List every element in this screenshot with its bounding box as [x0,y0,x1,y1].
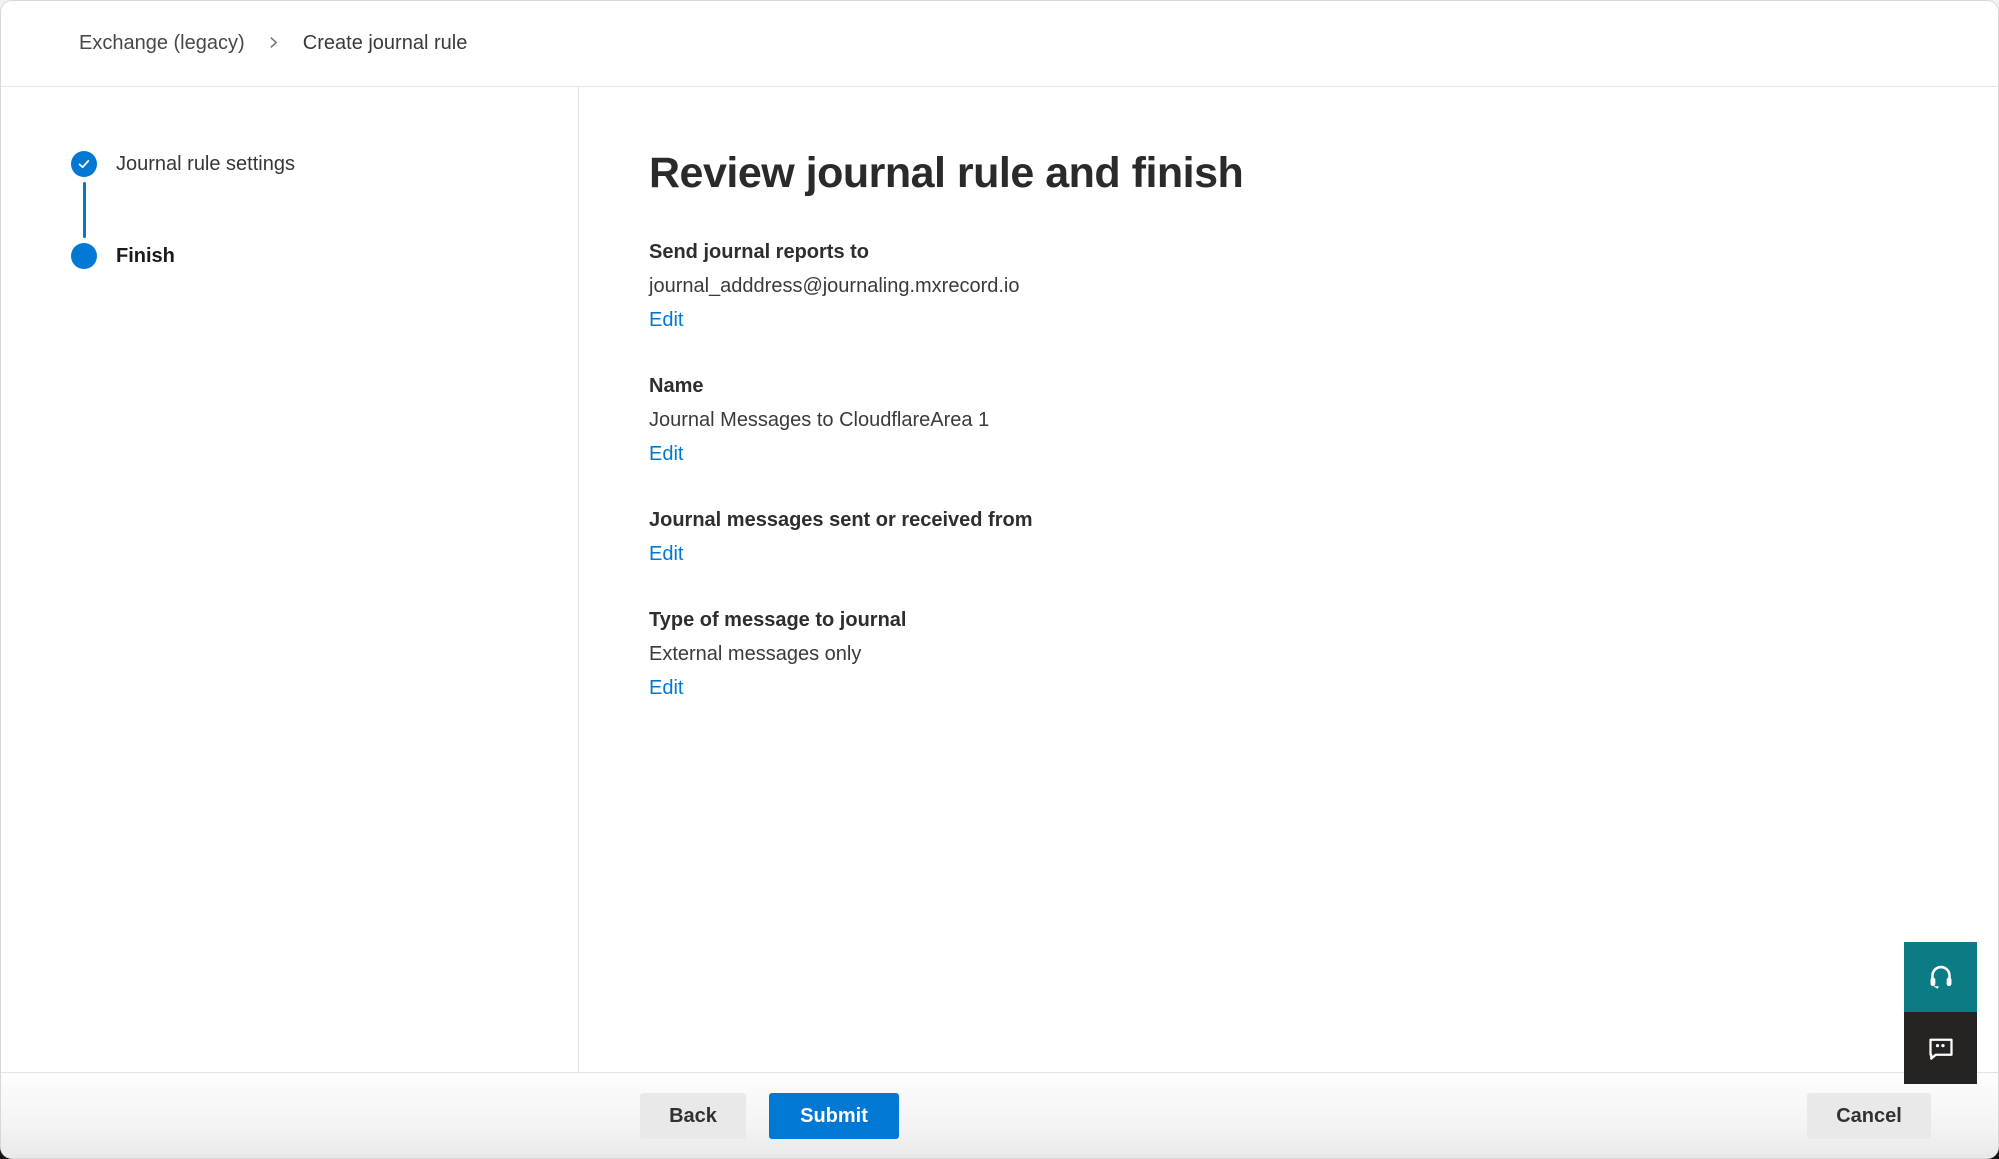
message-type-value: External messages only [649,637,1958,671]
section-type-of-message: Type of message to journal External mess… [649,603,1958,705]
back-button[interactable]: Back [640,1093,746,1139]
filled-dot-icon [71,243,97,269]
content-area: Journal rule settings Finish Review jour… [1,87,1998,1072]
headset-icon [1924,960,1958,994]
section-name: Name Journal Messages to CloudflareArea … [649,369,1958,471]
feedback-bubble-icon [1923,1030,1959,1066]
section-journal-messages-sent-or-received: Journal messages sent or received from E… [649,503,1958,571]
step-label-journal-rule-settings: Journal rule settings [116,153,295,176]
breadcrumb-bar: Exchange (legacy) Create journal rule [1,1,1998,87]
section-label: Send journal reports to [649,235,1958,269]
edit-name-link[interactable]: Edit [649,437,683,471]
section-send-journal-reports-to: Send journal reports to journal_adddress… [649,235,1958,337]
footer-action-bar: Back Submit Cancel [1,1072,1998,1158]
edit-sent-or-received-link[interactable]: Edit [649,537,683,571]
create-journal-rule-wizard-window: Exchange (legacy) Create journal rule Jo… [0,0,1999,1159]
help-button[interactable] [1904,942,1977,1012]
chevron-right-icon [267,36,280,49]
breadcrumb-current-page: Create journal rule [303,32,468,54]
cancel-button[interactable]: Cancel [1807,1093,1931,1139]
step-label-finish: Finish [116,245,175,268]
step-journal-rule-settings[interactable]: Journal rule settings [71,151,578,177]
step-connector-line [83,182,86,238]
submit-button[interactable]: Submit [769,1093,899,1139]
page-title: Review journal rule and finish [649,145,1958,201]
section-label: Name [649,369,1958,403]
floating-button-stack [1904,942,1977,1084]
section-label: Journal messages sent or received from [649,503,1958,537]
rule-name-value: Journal Messages to CloudflareArea 1 [649,403,1958,437]
edit-message-type-link[interactable]: Edit [649,671,683,705]
review-pane: Review journal rule and finish Send jour… [579,87,1998,1072]
check-circle-icon [71,151,97,177]
wizard-steps-sidebar: Journal rule settings Finish [1,87,579,1072]
journal-report-address-value: journal_adddress@journaling.mxrecord.io [649,269,1958,303]
breadcrumb-exchange-legacy-link[interactable]: Exchange (legacy) [79,32,245,54]
edit-send-journal-reports-link[interactable]: Edit [649,303,683,337]
step-finish[interactable]: Finish [71,243,578,269]
section-label: Type of message to journal [649,603,1958,637]
feedback-button[interactable] [1904,1012,1977,1084]
breadcrumb: Exchange (legacy) Create journal rule [79,32,467,55]
